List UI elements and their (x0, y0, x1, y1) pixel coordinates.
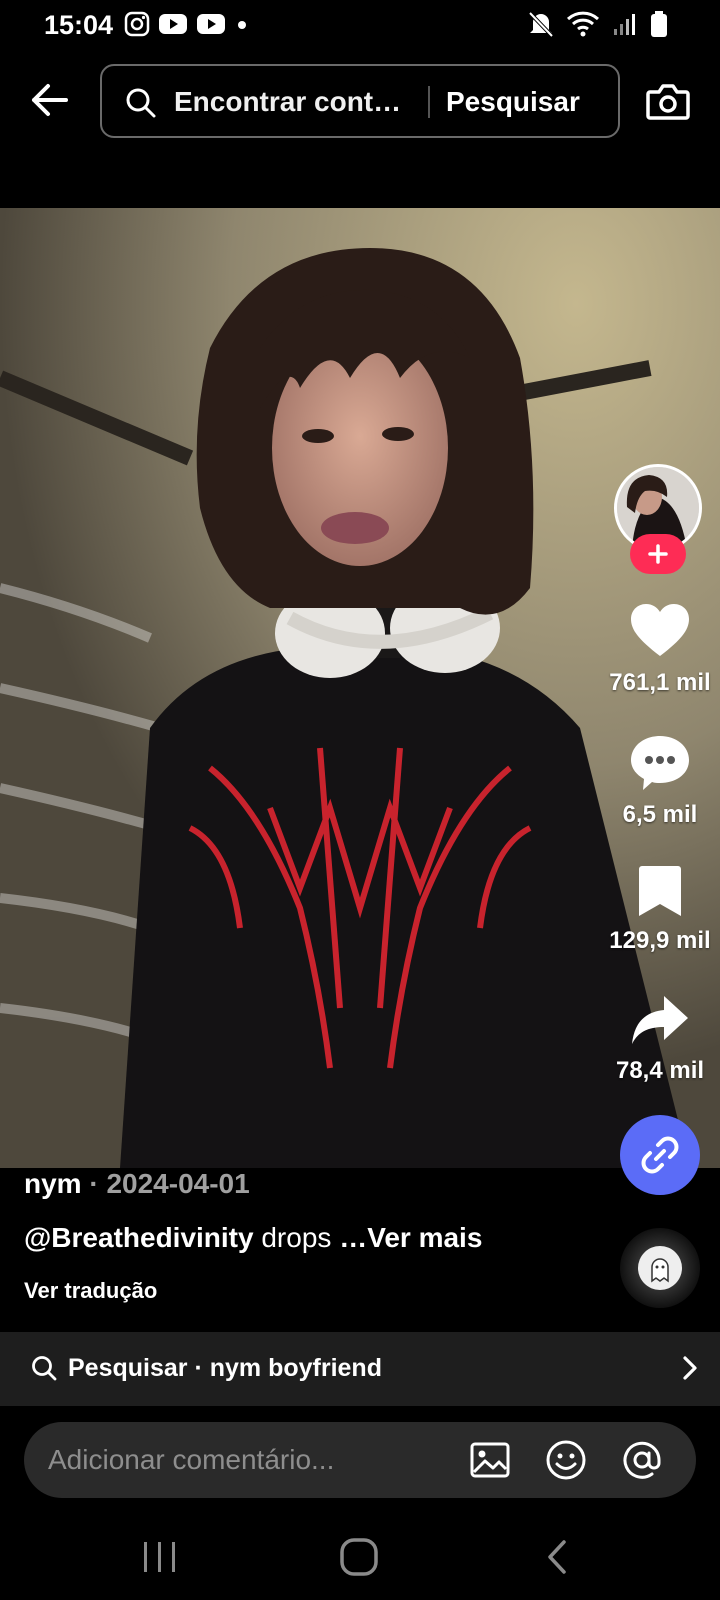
comment-count: 6,5 mil (622, 801, 698, 828)
ghost-icon (651, 1258, 669, 1283)
search-icon (126, 88, 156, 118)
youtube-icon (159, 14, 187, 34)
comment-bubble-icon (631, 736, 689, 790)
home-icon[interactable] (336, 1536, 384, 1580)
music-cover (638, 1246, 682, 1290)
bookmark-icon (639, 866, 681, 916)
youtube-icon (197, 14, 225, 34)
share-button[interactable]: 78,4 mil (600, 992, 720, 1085)
share-count: 78,4 mil (615, 1057, 705, 1084)
dot-icon (238, 21, 246, 29)
see-more-link[interactable]: …Ver mais (339, 1222, 482, 1253)
see-translation-link[interactable]: Ver tradução (24, 1278, 157, 1304)
camera-icon (646, 84, 690, 120)
comment-area: Adicionar comentário... (0, 1406, 720, 1516)
share-arrow-icon (632, 996, 688, 1044)
instagram-icon (124, 11, 150, 37)
search-input[interactable]: Encontrar cont… Pesquisar (100, 64, 620, 138)
mention-at-icon[interactable] (620, 1438, 664, 1482)
recent-apps-icon[interactable] (136, 1536, 184, 1580)
system-navigation-bar (0, 1516, 720, 1600)
link-icon (641, 1136, 679, 1174)
caption-header: nym · 2024-04-01 (24, 1168, 250, 1200)
comment-input[interactable]: Adicionar comentário... (24, 1422, 696, 1498)
like-count: 761,1 mil (609, 669, 711, 696)
search-suggestion-bar[interactable]: Pesquisar · nym boyfriend (0, 1332, 720, 1406)
search-placeholder: Encontrar cont… (174, 86, 402, 117)
emoji-icon[interactable] (544, 1438, 588, 1482)
back-nav-icon[interactable] (536, 1536, 584, 1580)
caption-text: @Breathedivinity drops …Ver mais (24, 1222, 482, 1254)
image-icon[interactable] (468, 1438, 512, 1482)
search-icon (32, 1356, 57, 1381)
search-button[interactable]: Pesquisar (446, 86, 580, 118)
heart-icon (631, 604, 689, 656)
camera-search-button[interactable] (644, 78, 692, 126)
back-button[interactable] (26, 76, 74, 124)
wifi-icon (566, 11, 600, 37)
music-disc[interactable] (620, 1228, 700, 1308)
caption-mention[interactable]: @Breathedivinity (24, 1222, 254, 1253)
like-button[interactable]: 761,1 mil (600, 602, 720, 697)
search-suggestion-label: Pesquisar · nym boyfriend (68, 1354, 382, 1382)
author-username[interactable]: nym (24, 1168, 82, 1199)
plus-icon (648, 544, 668, 564)
post-date: 2024-04-01 (106, 1168, 250, 1199)
comment-button[interactable]: 6,5 mil (600, 734, 720, 829)
save-count: 129,9 mil (609, 927, 711, 954)
signal-icon (614, 14, 635, 35)
caption-separator: · (81, 1168, 107, 1199)
mute-icon (528, 11, 554, 38)
comment-placeholder: Adicionar comentário... (48, 1444, 335, 1475)
save-button[interactable]: 129,9 mil (600, 864, 720, 955)
caption-body: drops (253, 1222, 340, 1253)
battery-icon (651, 11, 667, 37)
arrow-left-icon (32, 84, 68, 116)
chevron-right-icon (683, 1356, 697, 1380)
search-divider (428, 86, 430, 118)
link-button[interactable] (620, 1115, 700, 1195)
status-bar: 15:04 (0, 0, 720, 48)
status-time: 15:04 (44, 10, 114, 40)
follow-button[interactable] (630, 534, 686, 574)
